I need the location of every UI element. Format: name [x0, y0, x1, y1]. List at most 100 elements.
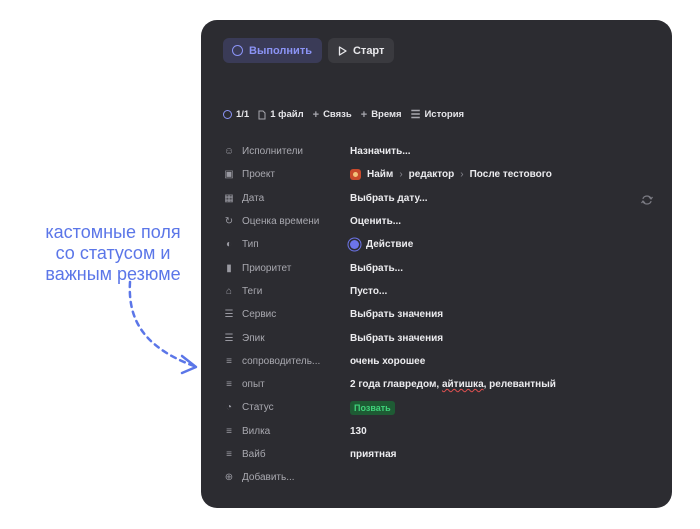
- field-row-estimate[interactable]: ↻ Оценка времени Оценить...: [223, 210, 653, 233]
- value-part: , релевантный: [483, 379, 556, 391]
- add-circle-icon: ⊕: [224, 472, 234, 484]
- field-label: Вилка: [242, 425, 271, 437]
- text-icon: ≡: [226, 379, 232, 391]
- field-value[interactable]: Выбрать дату...: [350, 193, 428, 204]
- field-label: Сервис: [242, 309, 277, 321]
- type-icon: ◐: [225, 239, 233, 251]
- field-value[interactable]: очень хорошее: [350, 356, 425, 367]
- progress-item[interactable]: 1/1: [223, 109, 249, 120]
- field-value: Действие: [366, 239, 414, 251]
- time-label: Время: [371, 109, 402, 120]
- history-label: История: [424, 109, 465, 120]
- field-value[interactable]: Назначить...: [350, 146, 411, 157]
- field-value[interactable]: приятная: [350, 449, 396, 460]
- experience-value[interactable]: 2 года главредом, айтишка , релевантный: [350, 379, 556, 390]
- status-icon: ◔: [225, 402, 233, 414]
- annotation-line: со статусом и: [55, 243, 171, 263]
- field-row-service[interactable]: ☰ Сервис Выбрать значения: [223, 303, 653, 326]
- field-row-type[interactable]: ◐ Тип Действие: [223, 233, 653, 256]
- list-icon: ☰: [224, 309, 234, 321]
- text-icon: ≡: [226, 355, 232, 367]
- tag-icon: ⌂: [225, 285, 233, 297]
- field-row-epic[interactable]: ☰ Эпик Выбрать значения: [223, 326, 653, 349]
- link-item[interactable]: + Связь: [313, 109, 352, 121]
- add-field-label: Добавить...: [242, 472, 295, 484]
- field-label: Статус: [242, 402, 274, 414]
- field-label: Тип: [242, 239, 259, 251]
- field-label: Теги: [242, 285, 263, 297]
- project-icon: ▣: [224, 169, 234, 181]
- field-label: Проект: [242, 169, 275, 181]
- dashed-arrow-icon: [128, 280, 198, 375]
- play-icon: [338, 45, 347, 56]
- field-row-cover[interactable]: ≡ сопроводитель... очень хорошее: [223, 350, 653, 373]
- task-panel: Выполнить Старт 1/1 1 файл + Связь + Вре…: [201, 20, 672, 508]
- field-value[interactable]: 130: [350, 426, 367, 437]
- add-field-button[interactable]: ⊕ Добавить...: [223, 466, 653, 489]
- field-row-salary[interactable]: ≡ Вилка 130: [223, 420, 653, 443]
- action-toolbar: Выполнить Старт: [223, 38, 395, 63]
- annotation-line: кастомные поля: [45, 222, 181, 242]
- text-icon: ≡: [226, 449, 232, 460]
- list-icon: ☰: [224, 332, 234, 344]
- chevron-right-icon: ›: [460, 169, 464, 181]
- field-row-vibe[interactable]: ≡ Вайб приятная: [223, 443, 653, 466]
- chevron-right-icon: ›: [399, 169, 403, 181]
- priority-icon: ▮: [226, 262, 232, 274]
- field-row-date[interactable]: ▦ Дата Выбрать дату...: [223, 187, 653, 210]
- field-row-experience[interactable]: ≡ опыт 2 года главредом, айтишка , релев…: [223, 373, 653, 396]
- run-button[interactable]: Выполнить: [223, 38, 322, 63]
- field-label: Дата: [242, 192, 265, 204]
- field-value[interactable]: Выбрать значения: [350, 333, 443, 344]
- field-row-assignees[interactable]: ☺ Исполнители Назначить...: [223, 140, 653, 163]
- status-badge: Позвать: [350, 400, 395, 415]
- plus-icon: +: [312, 108, 320, 121]
- start-button[interactable]: Старт: [327, 38, 395, 63]
- field-row-tags[interactable]: ⌂ Теги Пусто...: [223, 280, 653, 303]
- field-label: сопроводитель...: [242, 355, 321, 367]
- field-list: ☺ Исполнители Назначить... ▣ Проект Найм…: [223, 140, 653, 489]
- history-item[interactable]: ☰ История: [411, 108, 465, 121]
- field-label: Приоритет: [242, 262, 292, 274]
- plus-icon: +: [360, 108, 368, 121]
- type-value[interactable]: Действие: [350, 239, 413, 250]
- field-row-status[interactable]: ◔ Статус Позвать: [223, 396, 653, 419]
- path-item[interactable]: редактор: [409, 169, 455, 180]
- meta-bar: 1/1 1 файл + Связь + Время ☰ История: [223, 108, 473, 121]
- repeat-icon[interactable]: [641, 192, 653, 210]
- start-label: Старт: [352, 44, 385, 57]
- files-label: 1 файл: [270, 109, 304, 120]
- field-label: Исполнители: [242, 146, 304, 158]
- value-part-misspelled: айтишка: [441, 379, 484, 391]
- field-value[interactable]: Выбрать значения: [350, 309, 443, 320]
- file-icon: [258, 110, 266, 120]
- link-label: Связь: [323, 109, 352, 120]
- path-item[interactable]: Найм: [367, 169, 393, 180]
- progress-label: 1/1: [236, 109, 250, 120]
- text-icon: ≡: [226, 425, 232, 437]
- field-label: Эпик: [242, 332, 265, 344]
- field-label: опыт: [242, 379, 265, 391]
- path-item[interactable]: После тестового: [470, 169, 552, 180]
- field-value[interactable]: Выбрать...: [350, 263, 403, 274]
- field-label: Оценка времени: [242, 216, 320, 228]
- value-part: 2 года главредом,: [350, 379, 442, 391]
- time-item[interactable]: + Время: [361, 109, 402, 121]
- clock-icon: ↻: [224, 216, 234, 228]
- field-value[interactable]: Пусто...: [350, 286, 387, 297]
- circle-icon: [232, 45, 243, 56]
- calendar-icon: ▦: [224, 192, 234, 204]
- list-icon: ☰: [410, 109, 421, 121]
- run-label: Выполнить: [249, 44, 312, 57]
- field-label: Вайб: [242, 449, 266, 460]
- field-row-priority[interactable]: ▮ Приоритет Выбрать...: [223, 256, 653, 279]
- assignee-icon: ☺: [223, 146, 235, 158]
- progress-ring-icon: [223, 110, 232, 119]
- field-row-project[interactable]: ▣ Проект Найм › редактор › После тестово…: [223, 163, 653, 186]
- project-path[interactable]: Найм › редактор › После тестового: [350, 169, 552, 181]
- status-value[interactable]: Позвать: [350, 400, 395, 415]
- files-item[interactable]: 1 файл: [258, 109, 304, 120]
- field-value[interactable]: Оценить...: [350, 216, 401, 227]
- action-type-icon: [350, 240, 359, 250]
- project-emoji-icon: [350, 169, 361, 181]
